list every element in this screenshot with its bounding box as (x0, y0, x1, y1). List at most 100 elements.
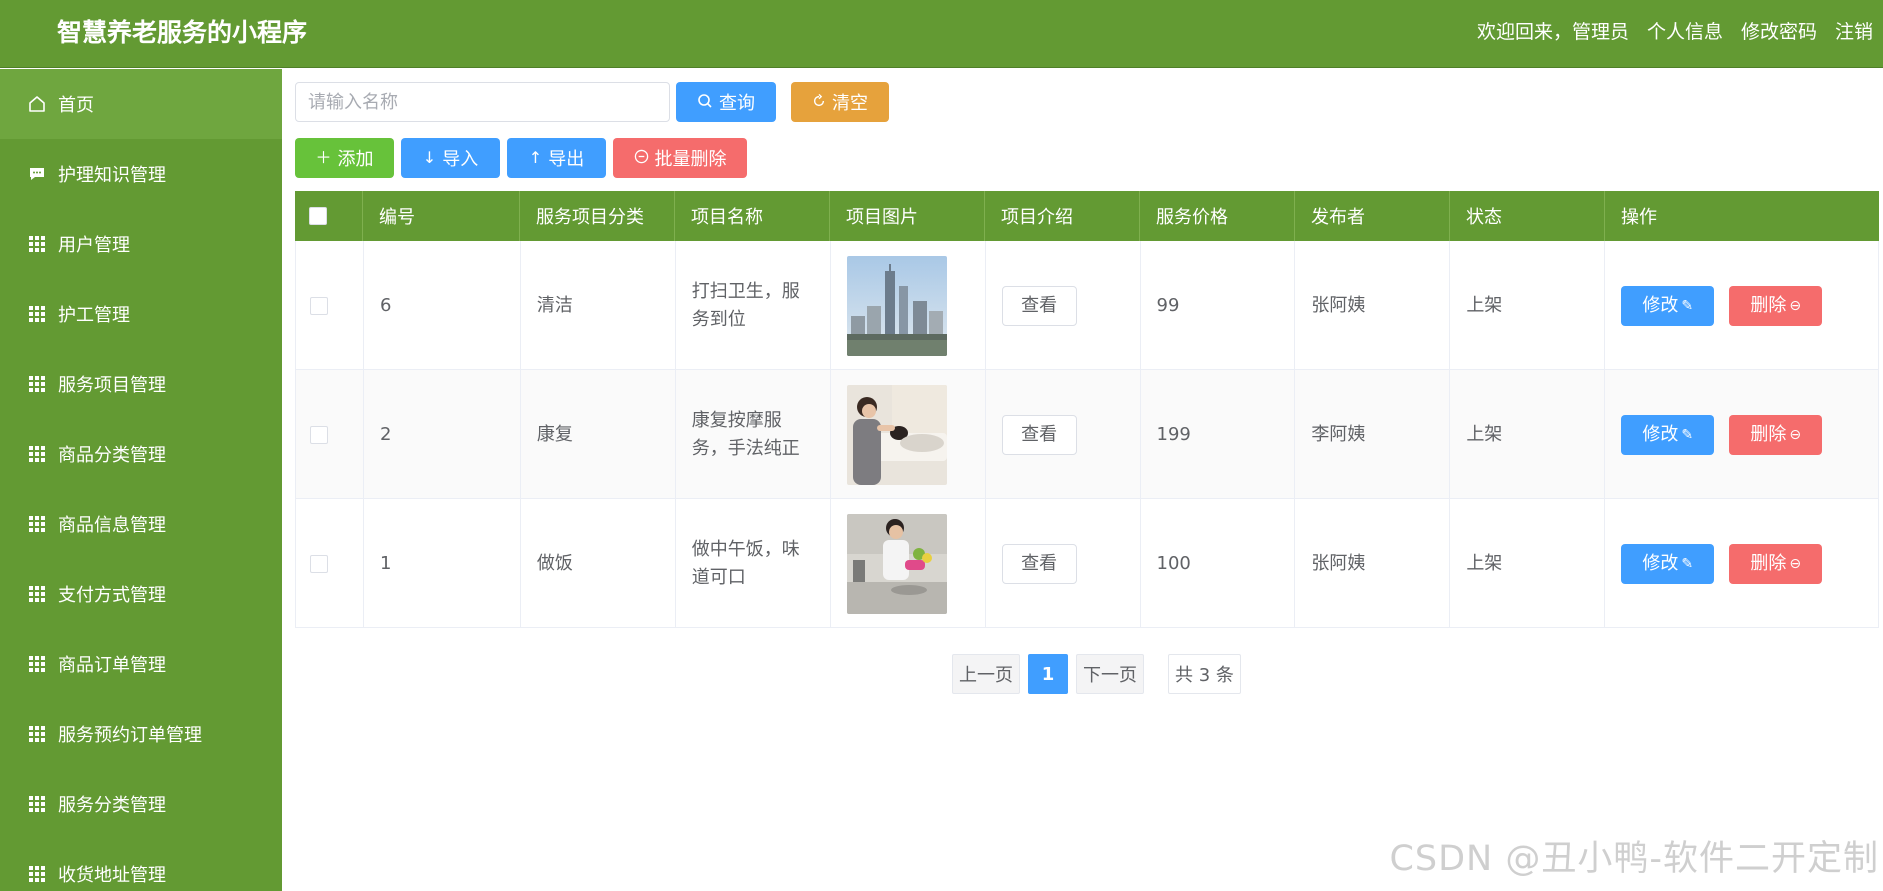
query-button[interactable]: 查询 (676, 82, 776, 122)
logout-link[interactable]: 注销 (1835, 18, 1873, 46)
row-checkbox[interactable] (310, 554, 328, 573)
view-intro-button[interactable]: 查看 (1001, 285, 1077, 326)
cell-intro: 查看 (986, 499, 1141, 628)
sidebar-item-caregivers[interactable]: 护工管理 (0, 279, 282, 349)
delete-button[interactable]: 删除 ⊖ (1729, 285, 1823, 326)
cell-status: 上架 (1450, 370, 1606, 499)
export-label: 导出 (548, 149, 585, 170)
add-label: 添加 (337, 149, 374, 170)
sidebar-item-service-bookings[interactable]: 服务预约订单管理 (0, 699, 282, 769)
query-label: 查询 (719, 93, 755, 114)
watermark: CSDN @丑小鸭-软件二开定制 (1389, 839, 1879, 879)
edit-label: 修改 (1642, 294, 1679, 316)
cell-name: 康复按摩服务，手法纯正 (676, 370, 831, 499)
cell-price: 99 (1141, 241, 1296, 370)
sidebar-item-label: 商品订单管理 (58, 655, 166, 676)
delete-label: 删除 (1750, 423, 1787, 445)
batch-delete-button[interactable]: 批量删除 (613, 138, 747, 178)
column-header: 状态 (1450, 191, 1605, 241)
massage-photo (846, 384, 947, 485)
home-icon (26, 93, 48, 115)
table-header: 编号 服务项目分类 项目名称 项目图片 项目介绍 服务价格 发布者 状态 操作 (295, 191, 1879, 241)
city-skyline-photo (846, 255, 947, 356)
minus-circle-icon: ⊖ (1789, 555, 1802, 572)
cell-name: 打扫卫生，服务到位 (676, 241, 831, 370)
sidebar-item-payment-methods[interactable]: 支付方式管理 (0, 559, 282, 629)
arrow-up-icon: ↑ (528, 148, 543, 167)
header-actions: 欢迎回来，管理员 个人信息 修改密码 注销 (1477, 18, 1873, 46)
cell-status: 上架 (1450, 241, 1606, 370)
row-checkbox[interactable] (310, 425, 328, 444)
cell-image (831, 370, 986, 499)
cell-actions: 修改 ✎ 删除 ⊖ (1605, 370, 1880, 499)
search-input[interactable] (295, 82, 670, 122)
minus-circle-icon: ⊖ (1789, 297, 1802, 314)
profile-link[interactable]: 个人信息 (1647, 18, 1723, 46)
top-header: 智慧养老服务的小程序 欢迎回来，管理员 个人信息 修改密码 注销 (0, 0, 1883, 68)
sidebar-item-label: 用户管理 (58, 235, 130, 256)
prev-page-button[interactable]: 上一页 (952, 654, 1020, 694)
total-count: 共 3 条 (1168, 654, 1241, 694)
page-number-current[interactable]: 1 (1028, 654, 1068, 694)
sidebar-item-home[interactable]: 首页 (0, 69, 282, 139)
table-row: 2 康复 康复按摩服务，手法纯正 查看 199 李阿姨 上架 修改 ✎ 删除 ⊖ (295, 370, 1880, 499)
table-row: 1 做饭 做中午饭，味道可口 查看 100 张阿姨 上架 修改 ✎ 删除 ⊖ (295, 499, 1880, 628)
batch-delete-label: 批量删除 (654, 149, 727, 170)
clear-label: 清空 (832, 93, 868, 114)
sidebar-item-service-categories[interactable]: 服务分类管理 (0, 769, 282, 839)
cell-price: 100 (1141, 499, 1296, 628)
grid-icon (26, 443, 48, 465)
delete-label: 删除 (1750, 294, 1787, 316)
cell-image (831, 241, 986, 370)
row-select-cell (296, 370, 364, 499)
grid-icon (26, 793, 48, 815)
edit-button[interactable]: 修改 ✎ (1621, 414, 1715, 455)
refresh-icon (812, 93, 826, 111)
sidebar-item-label: 服务项目管理 (58, 375, 166, 396)
app-title: 智慧养老服务的小程序 (57, 18, 308, 47)
sidebar-item-nursing-knowledge[interactable]: 护理知识管理 (0, 139, 282, 209)
sidebar-item-service-items[interactable]: 服务项目管理 (0, 349, 282, 419)
next-page-button[interactable]: 下一页 (1076, 654, 1144, 694)
grid-icon (26, 583, 48, 605)
clear-button[interactable]: 清空 (791, 82, 889, 122)
cell-image (831, 499, 986, 628)
export-button[interactable]: ↑ 导出 (507, 138, 606, 178)
grid-icon (26, 723, 48, 745)
sidebar-item-product-info[interactable]: 商品信息管理 (0, 489, 282, 559)
select-all-cell (295, 191, 363, 241)
row-checkbox[interactable] (310, 296, 328, 315)
select-all-checkbox[interactable] (309, 207, 327, 225)
sidebar-item-shipping-addresses[interactable]: 收货地址管理 (0, 839, 282, 891)
edit-icon: ✎ (1681, 297, 1694, 314)
column-header: 项目图片 (830, 191, 985, 241)
sidebar-item-users[interactable]: 用户管理 (0, 209, 282, 279)
sidebar-item-label: 商品分类管理 (58, 445, 166, 466)
column-header: 发布者 (1295, 191, 1450, 241)
row-select-cell (296, 499, 364, 628)
change-password-link[interactable]: 修改密码 (1741, 18, 1817, 46)
grid-icon (26, 653, 48, 675)
grid-icon (26, 233, 48, 255)
sidebar-item-label: 护工管理 (58, 305, 130, 326)
grid-icon (26, 303, 48, 325)
sidebar-item-product-orders[interactable]: 商品订单管理 (0, 629, 282, 699)
sidebar-item-label: 首页 (58, 95, 94, 116)
add-button[interactable]: ＋ 添加 (295, 138, 394, 178)
cell-actions: 修改 ✎ 删除 ⊖ (1605, 241, 1880, 370)
cell-price: 199 (1141, 370, 1296, 499)
cell-publisher: 张阿姨 (1295, 241, 1451, 370)
cell-id: 6 (364, 241, 521, 370)
column-header: 服务项目分类 (520, 191, 675, 241)
edit-button[interactable]: 修改 ✎ (1621, 543, 1715, 584)
search-icon (697, 93, 713, 112)
edit-button[interactable]: 修改 ✎ (1621, 285, 1715, 326)
sidebar-item-label: 服务分类管理 (58, 795, 166, 816)
sidebar-item-product-categories[interactable]: 商品分类管理 (0, 419, 282, 489)
delete-button[interactable]: 删除 ⊖ (1729, 543, 1823, 584)
delete-button[interactable]: 删除 ⊖ (1729, 414, 1823, 455)
view-intro-button[interactable]: 查看 (1001, 543, 1077, 584)
cell-intro: 查看 (986, 241, 1141, 370)
import-button[interactable]: ↓ 导入 (401, 138, 500, 178)
view-intro-button[interactable]: 查看 (1001, 414, 1077, 455)
